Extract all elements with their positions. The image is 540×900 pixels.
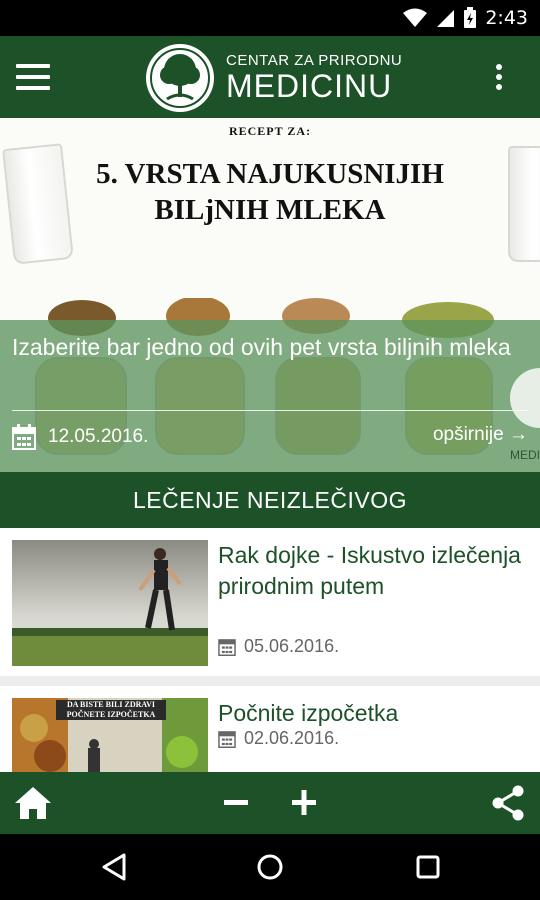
- article-date-row: 05.06.2016.: [218, 636, 339, 657]
- status-icons: 2:43: [403, 0, 528, 36]
- article-date: 02.06.2016.: [244, 728, 340, 748]
- featured-article-title: Izaberite bar jedno od ovih pet vrsta bi…: [12, 334, 511, 360]
- calendar-icon: [12, 424, 36, 450]
- list-item[interactable]: Rak dojke - Iskustvo izlečenja prirodnim…: [0, 528, 540, 676]
- watermark-text: MEDI: [510, 448, 540, 462]
- milk-glass-image: [2, 143, 74, 265]
- plus-icon[interactable]: [286, 785, 322, 821]
- system-nav-bar: [0, 834, 540, 900]
- section-header: LEČENJE NEIZLEČIVOG: [0, 472, 540, 528]
- article-title: Rak dojke - Iskustvo izlečenja prirodnim…: [218, 542, 521, 599]
- bottom-toolbar: [0, 772, 540, 834]
- calendar-icon: [218, 731, 236, 748]
- article-thumbnail: [12, 540, 208, 666]
- article-thumbnail: DA BISTE BILI ZDRAVI POČNETE IZPOČETKA: [12, 698, 208, 772]
- article-title: Počnite izpočetka: [218, 700, 399, 726]
- thumbnail-banner-text: DA BISTE BILI ZDRAVI POČNETE IZPOČETKA: [56, 700, 166, 720]
- featured-article[interactable]: RECEPT ZA: 5. VRSTA NAJUKUSNIJIH BILjNIH…: [0, 118, 540, 472]
- logo-subtitle: CENTAR ZA PRIRODNU: [226, 52, 403, 69]
- home-circle-icon[interactable]: [253, 850, 287, 884]
- read-more-link[interactable]: opširnije →: [433, 424, 528, 446]
- battery-icon: [464, 7, 477, 28]
- app-logo: CENTAR ZA PRIRODNU MEDICINU: [146, 44, 402, 112]
- signal-icon: [437, 10, 455, 27]
- home-icon[interactable]: [14, 785, 51, 821]
- more-vert-icon[interactable]: [496, 64, 504, 92]
- divider: [12, 410, 528, 411]
- article-date: 05.06.2016.: [244, 636, 340, 656]
- wifi-icon: [403, 8, 428, 27]
- featured-article-date-row: 12.05.2016.: [12, 424, 148, 450]
- tree-logo-icon: [146, 44, 214, 112]
- app-bar: CENTAR ZA PRIRODNU MEDICINU: [0, 36, 540, 118]
- share-icon[interactable]: [490, 785, 526, 821]
- article-date-row: 02.06.2016.: [218, 728, 339, 749]
- calendar-icon: [218, 639, 236, 656]
- hero-image-title: 5. VRSTA NAJUKUSNIJIH BILjNIH MLEKA: [96, 158, 444, 226]
- recept-label: RECEPT ZA:: [228, 124, 312, 138]
- logo-title: MEDICINU: [226, 68, 393, 104]
- logo-text: CENTAR ZA PRIRODNU MEDICINU: [226, 52, 403, 104]
- status-bar: 2:43: [0, 0, 540, 36]
- status-time: 2:43: [485, 7, 528, 29]
- milk-glass-image: [508, 146, 540, 262]
- featured-article-date: 12.05.2016.: [48, 426, 149, 447]
- list-item[interactable]: DA BISTE BILI ZDRAVI POČNETE IZPOČETKA P…: [0, 686, 540, 772]
- hamburger-menu-icon[interactable]: [16, 64, 50, 90]
- minus-icon[interactable]: [218, 785, 254, 821]
- recents-icon[interactable]: [411, 850, 445, 884]
- back-icon[interactable]: [98, 850, 132, 884]
